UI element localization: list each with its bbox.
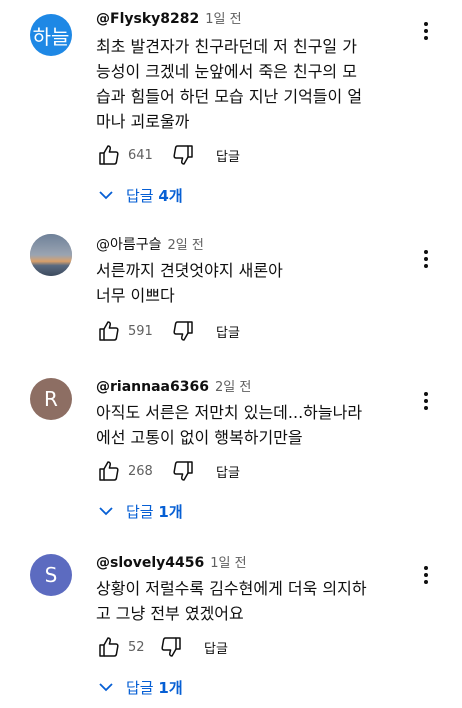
comment-actions: 268 답글 bbox=[96, 458, 240, 484]
comment-header: @riannaa6366 2일 전 bbox=[96, 376, 251, 395]
comment-author[interactable]: @riannaa6366 bbox=[96, 379, 209, 395]
comment-actions: 591 답글 bbox=[96, 318, 240, 344]
like-count: 268 bbox=[128, 463, 153, 479]
thumbs-up-icon bbox=[99, 461, 119, 481]
thumbs-up-icon bbox=[99, 145, 119, 165]
chevron-down-icon bbox=[99, 683, 113, 692]
avatar[interactable]: S bbox=[30, 554, 72, 596]
reply-button[interactable]: 답글 bbox=[216, 146, 240, 165]
thumbs-down-icon bbox=[173, 461, 193, 481]
dislike-button[interactable] bbox=[158, 634, 184, 660]
comment-time[interactable]: 1일 전 bbox=[210, 556, 246, 571]
comment-author[interactable]: @slovely4456 bbox=[96, 555, 204, 571]
comment-text: 상황이 저럴수록 김수현에게 더욱 의지하 고 그냥 전부 였겠어요 bbox=[96, 576, 412, 626]
comment-actions: 641 답글 bbox=[96, 142, 240, 168]
thumbs-down-icon bbox=[173, 321, 193, 341]
thumbs-down-icon bbox=[161, 637, 181, 657]
comment-time[interactable]: 2일 전 bbox=[168, 238, 204, 253]
comment-text-line: 아직도 서른은 저만치 있는데...하늘나라 bbox=[96, 403, 363, 422]
comment-actions: 52 답글 bbox=[96, 634, 228, 660]
like-button[interactable] bbox=[96, 458, 122, 484]
like-button[interactable] bbox=[96, 318, 122, 344]
comment-time[interactable]: 1일 전 bbox=[205, 12, 241, 27]
avatar-image bbox=[30, 234, 72, 276]
comment-header: @slovely4456 1일 전 bbox=[96, 552, 247, 571]
avatar[interactable] bbox=[30, 234, 72, 276]
replies-count: 1개 bbox=[158, 502, 183, 521]
avatar[interactable]: R bbox=[30, 378, 72, 420]
more-options-button[interactable] bbox=[416, 388, 436, 414]
thumbs-down-icon bbox=[173, 145, 193, 165]
replies-count: 1개 bbox=[158, 678, 183, 697]
more-options-button[interactable] bbox=[416, 562, 436, 588]
comment-text-line: 마나 괴로울까 bbox=[96, 112, 190, 131]
dislike-button[interactable] bbox=[170, 458, 196, 484]
dislike-button[interactable] bbox=[170, 142, 196, 168]
replies-label: 답글 bbox=[126, 186, 154, 205]
like-button[interactable] bbox=[96, 634, 122, 660]
avatar[interactable]: 하늘 bbox=[30, 14, 72, 56]
thumbs-up-icon bbox=[99, 321, 119, 341]
like-button[interactable] bbox=[96, 142, 122, 168]
comment-author[interactable]: @아름구슬 bbox=[96, 237, 162, 253]
comment-text: 서른까지 견뎟엇야지 새론아 너무 이쁘다 bbox=[96, 258, 412, 308]
comment-header: @Flysky8282 1일 전 bbox=[96, 8, 242, 27]
view-replies-button[interactable]: 답글 4개 bbox=[98, 180, 183, 210]
chevron-down-icon bbox=[99, 507, 113, 516]
view-replies-button[interactable]: 답글 1개 bbox=[98, 496, 183, 526]
reply-button[interactable]: 답글 bbox=[204, 638, 228, 657]
comment-header: @아름구슬 2일 전 bbox=[96, 234, 204, 254]
thumbs-up-icon bbox=[99, 637, 119, 657]
more-options-button[interactable] bbox=[416, 246, 436, 272]
comment-text-line: 서른까지 견뎟엇야지 새론아 bbox=[96, 261, 283, 280]
reply-button[interactable]: 답글 bbox=[216, 322, 240, 341]
replies-label: 답글 bbox=[126, 678, 154, 697]
comment-text-line: 너무 이쁘다 bbox=[96, 286, 175, 305]
comment-text-line: 에선 고통이 없이 행복하기만을 bbox=[96, 428, 303, 447]
comment-text-line: 습과 힘들어 하던 모습 지난 기억들이 얼 bbox=[96, 87, 363, 106]
comment-text-line: 최초 발견자가 친구라던데 저 친구일 가 bbox=[96, 37, 357, 56]
comment-text: 아직도 서른은 저만치 있는데...하늘나라 에선 고통이 없이 행복하기만을 bbox=[96, 400, 412, 450]
replies-label: 답글 bbox=[126, 502, 154, 521]
replies-count: 4개 bbox=[158, 186, 183, 205]
comment-author[interactable]: @Flysky8282 bbox=[96, 11, 199, 27]
comment-text-line: 상황이 저럴수록 김수현에게 더욱 의지하 bbox=[96, 579, 367, 598]
comment-text-line: 능성이 크겠네 눈앞에서 죽은 친구의 모 bbox=[96, 62, 357, 81]
like-count: 641 bbox=[128, 147, 153, 163]
reply-button[interactable]: 답글 bbox=[216, 462, 240, 481]
chevron-down-icon bbox=[99, 191, 113, 200]
more-options-button[interactable] bbox=[416, 18, 436, 44]
view-replies-button[interactable]: 답글 1개 bbox=[98, 672, 183, 702]
comment-time[interactable]: 2일 전 bbox=[215, 380, 251, 395]
dislike-button[interactable] bbox=[170, 318, 196, 344]
like-count: 52 bbox=[128, 639, 145, 655]
like-count: 591 bbox=[128, 323, 153, 339]
comment-text: 최초 발견자가 친구라던데 저 친구일 가 능성이 크겠네 눈앞에서 죽은 친구… bbox=[96, 34, 412, 134]
comment-text-line: 고 그냥 전부 였겠어요 bbox=[96, 604, 244, 623]
